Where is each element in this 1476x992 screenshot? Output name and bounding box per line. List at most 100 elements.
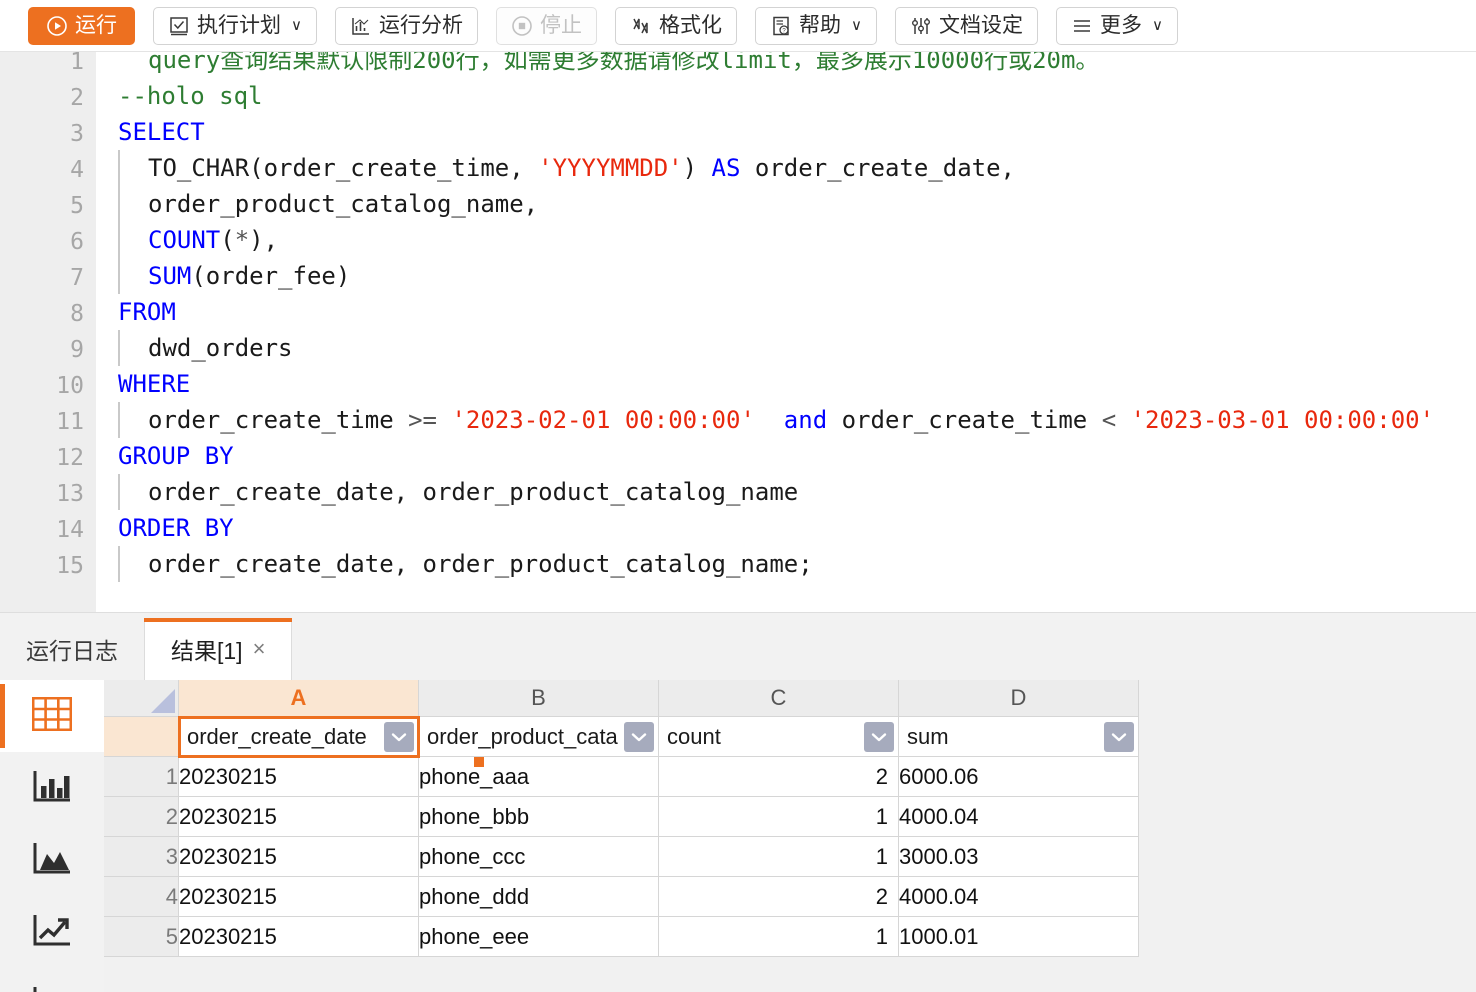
row-number[interactable]: 1 xyxy=(104,756,179,797)
cell-count[interactable]: 1 xyxy=(658,796,899,837)
more-button[interactable]: 更多 ∨ xyxy=(1055,6,1178,45)
row-number[interactable]: 4 xyxy=(104,876,179,917)
column-header-b[interactable]: B xyxy=(418,680,659,717)
table-row[interactable]: 3 20230215 phone_ccc 1 3000.03 xyxy=(104,836,1139,877)
line-number: 2 xyxy=(70,85,84,111)
sidebar-item-line-chart-view[interactable] xyxy=(0,896,104,968)
select-all-triangle-icon xyxy=(151,689,175,713)
sidebar-item-area-chart-view[interactable] xyxy=(0,824,104,896)
cell-sum[interactable]: 1000.01 xyxy=(898,916,1139,957)
stop-button-label: 停止 xyxy=(539,14,582,37)
select-all-corner[interactable] xyxy=(104,680,179,717)
sidebar-item-table-view[interactable] xyxy=(0,680,104,752)
tab-result-1[interactable]: 结果[1] × xyxy=(144,618,293,680)
code-line-2: --holo sql xyxy=(118,78,263,114)
column-filter-button-c[interactable] xyxy=(864,722,894,752)
cell-order-create-date[interactable]: 20230215 xyxy=(178,796,419,837)
cell-count[interactable]: 2 xyxy=(658,756,899,797)
cell-order-create-date[interactable]: 20230215 xyxy=(178,916,419,957)
column-header-c[interactable]: C xyxy=(658,680,899,717)
column-filter-button-b[interactable] xyxy=(624,722,654,752)
indent-guide xyxy=(118,474,120,510)
sql-function: COUNT xyxy=(148,226,221,254)
line-number: 13 xyxy=(56,481,84,507)
area-chart-icon xyxy=(32,841,72,880)
column-header-d[interactable]: D xyxy=(898,680,1139,717)
sql-editor[interactable]: 1 2 3 4 5 6 7 8 9 10 11 12 13 14 15 quer… xyxy=(0,52,1476,612)
line-number: 14 xyxy=(56,517,84,543)
editor-toolbar: 运行 执行计划 ∨ 运行分析 停止 格式化 ? 帮助 ∨ 文档设定 更多 ∨ xyxy=(0,0,1476,52)
field-name-row: order_create_date order_product_cata cou… xyxy=(104,715,1139,758)
code-line-10: WHERE xyxy=(118,366,190,402)
table-row[interactable]: 2 20230215 phone_bbb 1 4000.04 xyxy=(104,796,1139,837)
cell-count[interactable]: 1 xyxy=(658,836,899,877)
cell-order-product-catalog-name[interactable]: phone_ccc xyxy=(418,836,659,877)
field-label: order_product_cata xyxy=(427,724,618,749)
stop-circle-icon xyxy=(511,15,533,37)
column-filter-button-a[interactable] xyxy=(384,722,414,752)
doc-settings-button[interactable]: 文档设定 xyxy=(894,6,1038,45)
row-number[interactable]: 3 xyxy=(104,836,179,877)
stop-button[interactable]: 停止 xyxy=(495,6,597,45)
cell-sum[interactable]: 4000.04 xyxy=(898,796,1139,837)
column-filter-button-d[interactable] xyxy=(1104,722,1134,752)
sql-keyword: WHERE xyxy=(118,370,191,398)
field-cell-order-product-catalog-name[interactable]: order_product_cata xyxy=(418,716,659,757)
cell-sum[interactable]: 3000.03 xyxy=(898,836,1139,877)
doc-settings-label: 文档设定 xyxy=(938,14,1023,37)
cell-order-product-catalog-name[interactable]: phone_ddd xyxy=(418,876,659,917)
line-chart-trend-icon xyxy=(32,913,72,952)
scatter-chart-icon xyxy=(32,985,72,992)
run-analysis-label: 运行分析 xyxy=(378,14,463,37)
run-analysis-button[interactable]: 运行分析 xyxy=(334,6,478,45)
row-number[interactable]: 2 xyxy=(104,796,179,837)
sidebar-item-bar-chart-view[interactable] xyxy=(0,752,104,824)
sql-string: '2023-03-01 00:00:00' xyxy=(1130,406,1435,434)
format-button[interactable]: 格式化 xyxy=(614,6,737,45)
sql-string: 'YYYYMMDD' xyxy=(538,154,683,182)
run-button[interactable]: 运行 xyxy=(28,6,135,45)
sql-keyword: and xyxy=(783,406,828,434)
column-header-a[interactable]: A xyxy=(178,680,419,717)
cell-sum[interactable]: 6000.06 xyxy=(898,756,1139,797)
indent-guide xyxy=(118,546,120,582)
cell-sum[interactable]: 4000.04 xyxy=(898,876,1139,917)
code-line-1: query查询结果默认限制200行，如需更多数据请修改limit，最多展示100… xyxy=(148,52,1100,74)
sql-comment: --holo sql xyxy=(118,82,263,110)
field-cell-order-create-date[interactable]: order_create_date xyxy=(177,715,420,758)
cell-order-product-catalog-name[interactable]: phone_eee xyxy=(418,916,659,957)
close-icon[interactable]: × xyxy=(253,636,266,662)
execution-plan-button[interactable]: 执行计划 ∨ xyxy=(153,6,317,45)
table-row[interactable]: 1 20230215 phone_aaa 2 6000.06 xyxy=(104,756,1139,797)
row-number[interactable]: 5 xyxy=(104,916,179,957)
sql-text: (order_fee) xyxy=(191,262,351,290)
line-number: 8 xyxy=(70,301,84,327)
cell-order-product-catalog-name[interactable]: phone_bbb xyxy=(418,796,659,837)
code-line-6: COUNT(*), xyxy=(148,222,278,258)
field-cell-count[interactable]: count xyxy=(658,716,899,757)
cell-order-create-date[interactable]: 20230215 xyxy=(178,756,419,797)
field-cell-sum[interactable]: sum xyxy=(898,716,1139,757)
cell-order-product-catalog-name[interactable]: phone_aaa xyxy=(418,756,659,797)
cell-count[interactable]: 2 xyxy=(658,876,899,917)
code-line-4: TO_CHAR(order_create_time, 'YYYYMMDD') A… xyxy=(148,150,1015,186)
code-content[interactable]: query查询结果默认限制200行，如需更多数据请修改limit，最多展示100… xyxy=(96,52,1476,612)
table-row[interactable]: 5 20230215 phone_eee 1 1000.01 xyxy=(104,916,1139,957)
table-row[interactable]: 4 20230215 phone_ddd 2 4000.04 xyxy=(104,876,1139,917)
cell-count[interactable]: 1 xyxy=(658,916,899,957)
cell-order-create-date[interactable]: 20230215 xyxy=(178,836,419,877)
tab-run-log[interactable]: 运行日志 xyxy=(0,618,144,680)
sql-keyword: SELECT xyxy=(118,118,205,146)
result-table: A B C D order_create_date order_product_… xyxy=(104,680,1139,957)
help-button[interactable]: ? 帮助 ∨ xyxy=(754,6,877,45)
sql-text: ), xyxy=(249,226,279,254)
result-grid[interactable]: A B C D order_create_date order_product_… xyxy=(104,680,1476,992)
menu-lines-icon xyxy=(1071,15,1093,37)
sidebar-item-scatter-chart-view[interactable] xyxy=(0,968,104,992)
cell-order-create-date[interactable]: 20230215 xyxy=(178,876,419,917)
bar-chart-icon xyxy=(32,769,72,808)
selection-fill-handle[interactable] xyxy=(474,757,484,767)
code-line-13: order_create_date, order_product_catalog… xyxy=(148,474,798,510)
